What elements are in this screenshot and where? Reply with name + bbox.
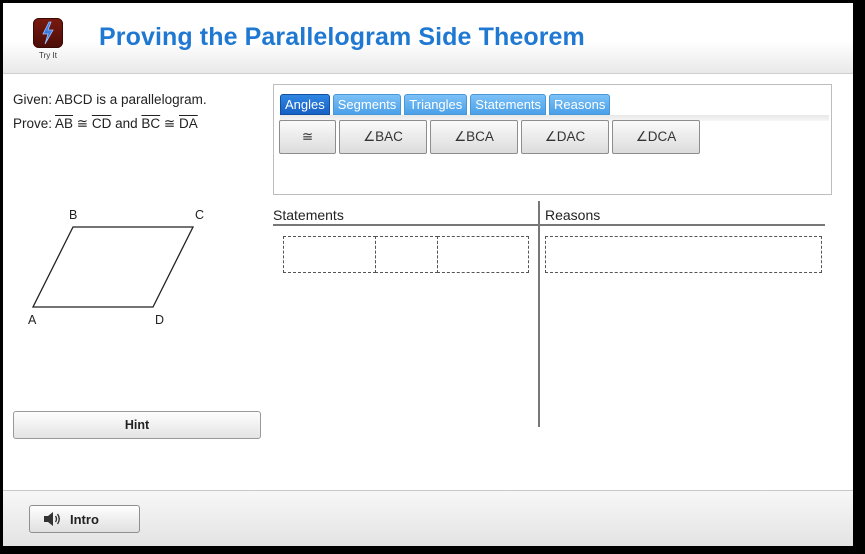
statement-drop-slot-1[interactable]: [283, 236, 376, 273]
term-palette: Angles Segments Triangles Statements Rea…: [273, 84, 832, 195]
chip-angle-dca[interactable]: ∠DCA: [612, 120, 700, 154]
statement-drop-slot-3[interactable]: [437, 236, 529, 273]
vertex-label-c: C: [195, 208, 205, 222]
vertex-label-b: B: [69, 208, 78, 222]
lightning-bolt-icon: [33, 18, 63, 48]
intro-label: Intro: [70, 511, 99, 527]
segment-ab: AB: [55, 116, 74, 131]
reasons-rule: [540, 224, 825, 226]
speaker-icon: [44, 512, 60, 526]
given-prove-text: Given: ABCD is a parallelogram. Prove: A…: [13, 88, 207, 136]
header: Try It Proving the Parallelogram Side Th…: [3, 3, 853, 74]
prove-line: Prove: AB ≅ CD and BC ≅ DA: [13, 116, 198, 131]
parallelogram-shape: [31, 226, 195, 308]
palette-chips: ≅ ∠BAC ∠BCA ∠DAC ∠DCA: [279, 120, 700, 154]
chip-angle-bac[interactable]: ∠BAC: [339, 120, 427, 154]
vertex-label-a: A: [28, 313, 37, 327]
segment-cd: CD: [91, 116, 112, 131]
try-it-label: Try It: [39, 51, 57, 60]
tab-reasons[interactable]: Reasons: [549, 94, 611, 115]
parallelogram-diagram: B C A D: [13, 203, 223, 333]
statements-rule: [273, 224, 538, 226]
chip-congruent[interactable]: ≅: [279, 120, 336, 154]
chip-angle-dac[interactable]: ∠DAC: [521, 120, 609, 154]
tab-segments[interactable]: Segments: [332, 94, 402, 115]
statements-header: Statements: [273, 207, 344, 223]
page-title: Proving the Parallelogram Side Theorem: [99, 23, 585, 51]
segment-da: DA: [179, 116, 198, 131]
vertex-label-d: D: [155, 313, 165, 327]
reason-drop-slot[interactable]: [545, 236, 822, 273]
footer-bar: Intro: [3, 490, 853, 546]
segment-bc: BC: [141, 116, 161, 131]
given-line: Given: ABCD is a parallelogram.: [13, 92, 207, 107]
hint-button[interactable]: Hint: [13, 411, 261, 439]
chip-angle-bca[interactable]: ∠BCA: [430, 120, 518, 154]
tab-triangles[interactable]: Triangles: [404, 94, 468, 115]
app-frame: Try It Proving the Parallelogram Side Th…: [3, 3, 853, 546]
tab-statements[interactable]: Statements: [470, 94, 547, 115]
intro-button[interactable]: Intro: [29, 505, 140, 533]
column-divider: [538, 201, 540, 427]
palette-tabs: Angles Segments Triangles Statements Rea…: [280, 94, 611, 115]
reasons-header: Reasons: [545, 207, 601, 223]
statement-drop-slot-2[interactable]: [375, 236, 438, 273]
tab-angles[interactable]: Angles: [280, 94, 330, 115]
